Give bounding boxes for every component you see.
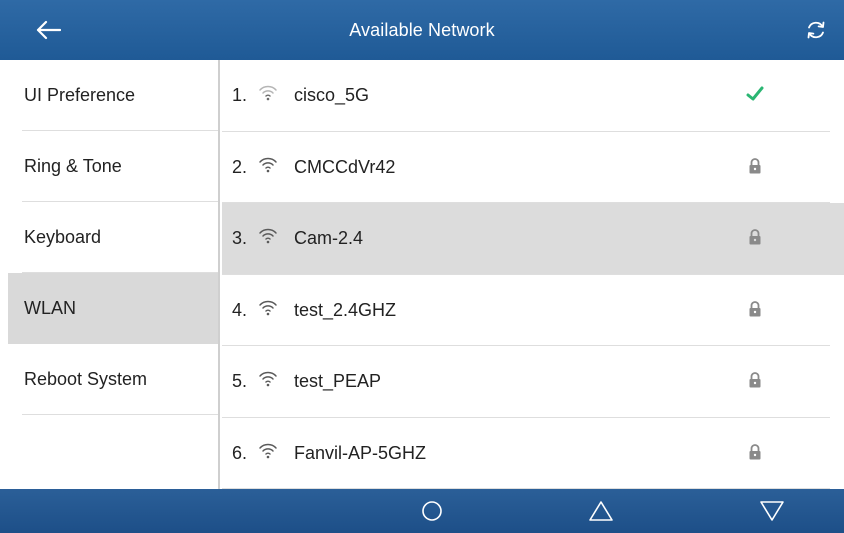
network-row[interactable]: 6. Fanvil-AP-5GHZ	[222, 418, 844, 490]
sidebar-item-wlan[interactable]: WLAN	[8, 273, 218, 344]
sidebar-item-ui-preference[interactable]: UI Preference	[0, 60, 218, 131]
network-ssid: Cam-2.4	[294, 228, 364, 249]
settings-sidebar: UI Preference Ring & Tone Keyboard WLAN …	[0, 60, 220, 489]
wifi-signal-icon	[259, 300, 277, 315]
network-ssid: CMCCdVr42	[294, 156, 396, 177]
sidebar-item-keyboard[interactable]: Keyboard	[0, 202, 218, 273]
lock-icon	[749, 300, 761, 316]
page-title: Available Network	[349, 19, 495, 40]
up-button[interactable]	[586, 497, 616, 525]
lock-icon	[749, 229, 761, 245]
lock-icon	[749, 443, 761, 459]
network-ssid: test_2.4GHZ	[294, 299, 397, 320]
refresh-icon	[807, 21, 825, 39]
network-index: 2.	[232, 156, 248, 177]
network-row[interactable]: 5. test_PEAP	[222, 346, 844, 418]
sidebar-item-label: Reboot System	[24, 369, 148, 389]
network-index: 3.	[232, 228, 248, 249]
network-list: 1. cisco_5G 2. CMCCdVr42 3. Cam-2.4 4. t…	[222, 60, 844, 489]
lock-icon	[749, 157, 761, 173]
network-ssid: test_PEAP	[294, 371, 382, 392]
sidebar-item-label: WLAN	[24, 298, 77, 318]
wifi-signal-icon	[259, 157, 277, 172]
navigation-bar	[0, 489, 844, 533]
network-row[interactable]: 2. CMCCdVr42	[222, 132, 844, 204]
network-index: 4.	[232, 299, 248, 320]
sidebar-item-label: Keyboard	[24, 227, 102, 247]
lock-icon	[749, 372, 761, 388]
home-button[interactable]	[417, 497, 447, 525]
network-index: 6.	[232, 442, 248, 463]
down-button[interactable]	[757, 497, 787, 525]
network-row[interactable]: 1. cisco_5G	[222, 60, 844, 132]
sidebar-item-label: Ring & Tone	[24, 156, 122, 176]
wifi-signal-icon	[259, 443, 277, 458]
sidebar-item-label: UI Preference	[24, 85, 136, 105]
network-ssid: cisco_5G	[294, 85, 370, 106]
title-bar: Available Network	[0, 0, 844, 60]
wifi-signal-icon	[259, 371, 277, 387]
network-row-selected[interactable]: 3. Cam-2.4	[222, 203, 844, 275]
home-circle-icon	[422, 501, 442, 521]
network-row[interactable]: 4. test_2.4GHZ	[222, 275, 844, 347]
network-ssid: Fanvil-AP-5GHZ	[294, 442, 427, 463]
network-index: 5.	[232, 371, 248, 392]
up-triangle-icon	[589, 501, 613, 521]
sidebar-item-reboot-system[interactable]: Reboot System	[0, 344, 218, 415]
refresh-button[interactable]	[798, 14, 834, 46]
checkmark-icon	[746, 86, 764, 101]
network-index: 1.	[232, 85, 248, 106]
sidebar-item-ring-tone[interactable]: Ring & Tone	[0, 131, 218, 202]
wifi-signal-weak-icon	[259, 85, 277, 101]
down-triangle-icon	[760, 501, 784, 521]
wifi-signal-icon	[259, 228, 277, 244]
